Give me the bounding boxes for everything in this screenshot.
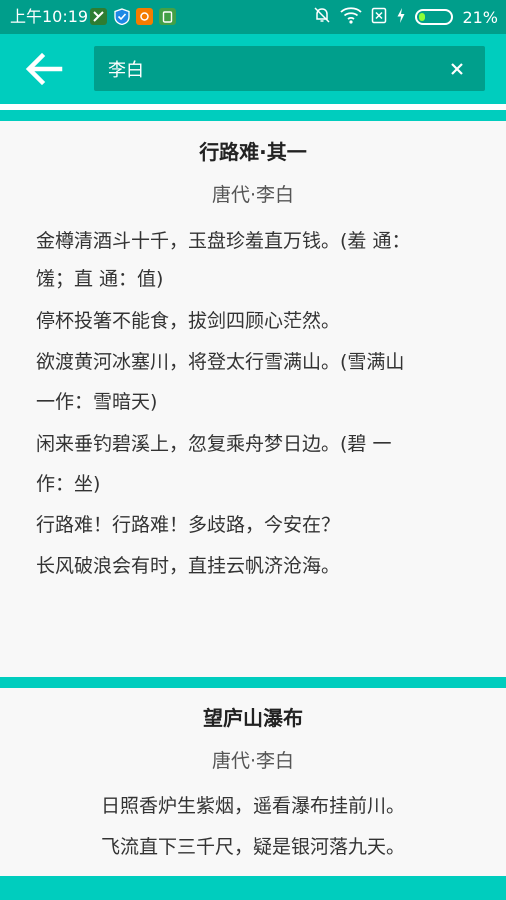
search-box (94, 46, 485, 91)
poem-line: 飞流直下三千尺，疑是银河落九天。 (100, 836, 405, 858)
messages-app-icon (90, 8, 107, 25)
shield-app-icon (113, 8, 130, 25)
poem-line: 馐；直 通：值) (36, 268, 164, 290)
poem-line: 一作：雪暗天) (36, 391, 158, 413)
charging-icon (396, 7, 406, 28)
poem-author: 唐代·李白 (211, 750, 295, 772)
app-toolbar (0, 34, 506, 104)
system-status-icons: 21% (313, 6, 498, 28)
android-app-icon (159, 8, 176, 25)
toolbar-divider (0, 104, 506, 110)
clear-search-button[interactable] (445, 57, 469, 81)
search-input[interactable] (108, 46, 438, 91)
poem-title: 行路难·其一 (199, 140, 307, 164)
poem-author: 唐代·李白 (211, 184, 295, 206)
poem-title: 望庐山瀑布 (203, 706, 303, 730)
battery-level-fill (419, 13, 426, 21)
battery-percent: 21% (462, 7, 498, 27)
poem-card[interactable]: 行路难·其一 唐代·李白 金樽清酒斗十千，玉盘珍羞直万钱。(羞 通： 馐；直 通… (0, 121, 506, 677)
wifi-icon (340, 6, 363, 28)
back-arrow-icon (25, 52, 63, 86)
status-time: 上午10:19 (10, 7, 89, 26)
poem-line: 日照香炉生紫烟，遥看瀑布挂前川。 (100, 795, 405, 817)
back-button[interactable] (24, 50, 64, 88)
status-bar: 上午10:19 21% (0, 0, 506, 34)
no-sim-icon (371, 7, 387, 28)
poem-line: 行路难！行路难！多歧路，今安在？ (36, 514, 341, 536)
game-app-icon (136, 8, 153, 25)
poem-line: 闲来垂钓碧溪上，忽复乘舟梦日边。(碧 一 (36, 433, 392, 455)
poem-line: 长风破浪会有时，直挂云帆济沧海。 (36, 555, 341, 577)
notification-icons (90, 8, 176, 26)
poem-line: 停杯投箸不能食，拔剑四顾心茫然。 (36, 310, 341, 332)
poem-line: 金樽清酒斗十千，玉盘珍羞直万钱。(羞 通： (36, 230, 411, 252)
poem-line: 作：坐) (36, 473, 101, 495)
battery-icon (415, 9, 454, 25)
poem-line: 欲渡黄河冰塞川，将登太行雪满山。(雪满山 (36, 351, 405, 373)
poem-card[interactable]: 望庐山瀑布 唐代·李白 日照香炉生紫烟，遥看瀑布挂前川。 飞流直下三千尺，疑是银… (0, 688, 506, 876)
close-icon (451, 63, 463, 75)
mute-bell-icon (313, 6, 331, 28)
